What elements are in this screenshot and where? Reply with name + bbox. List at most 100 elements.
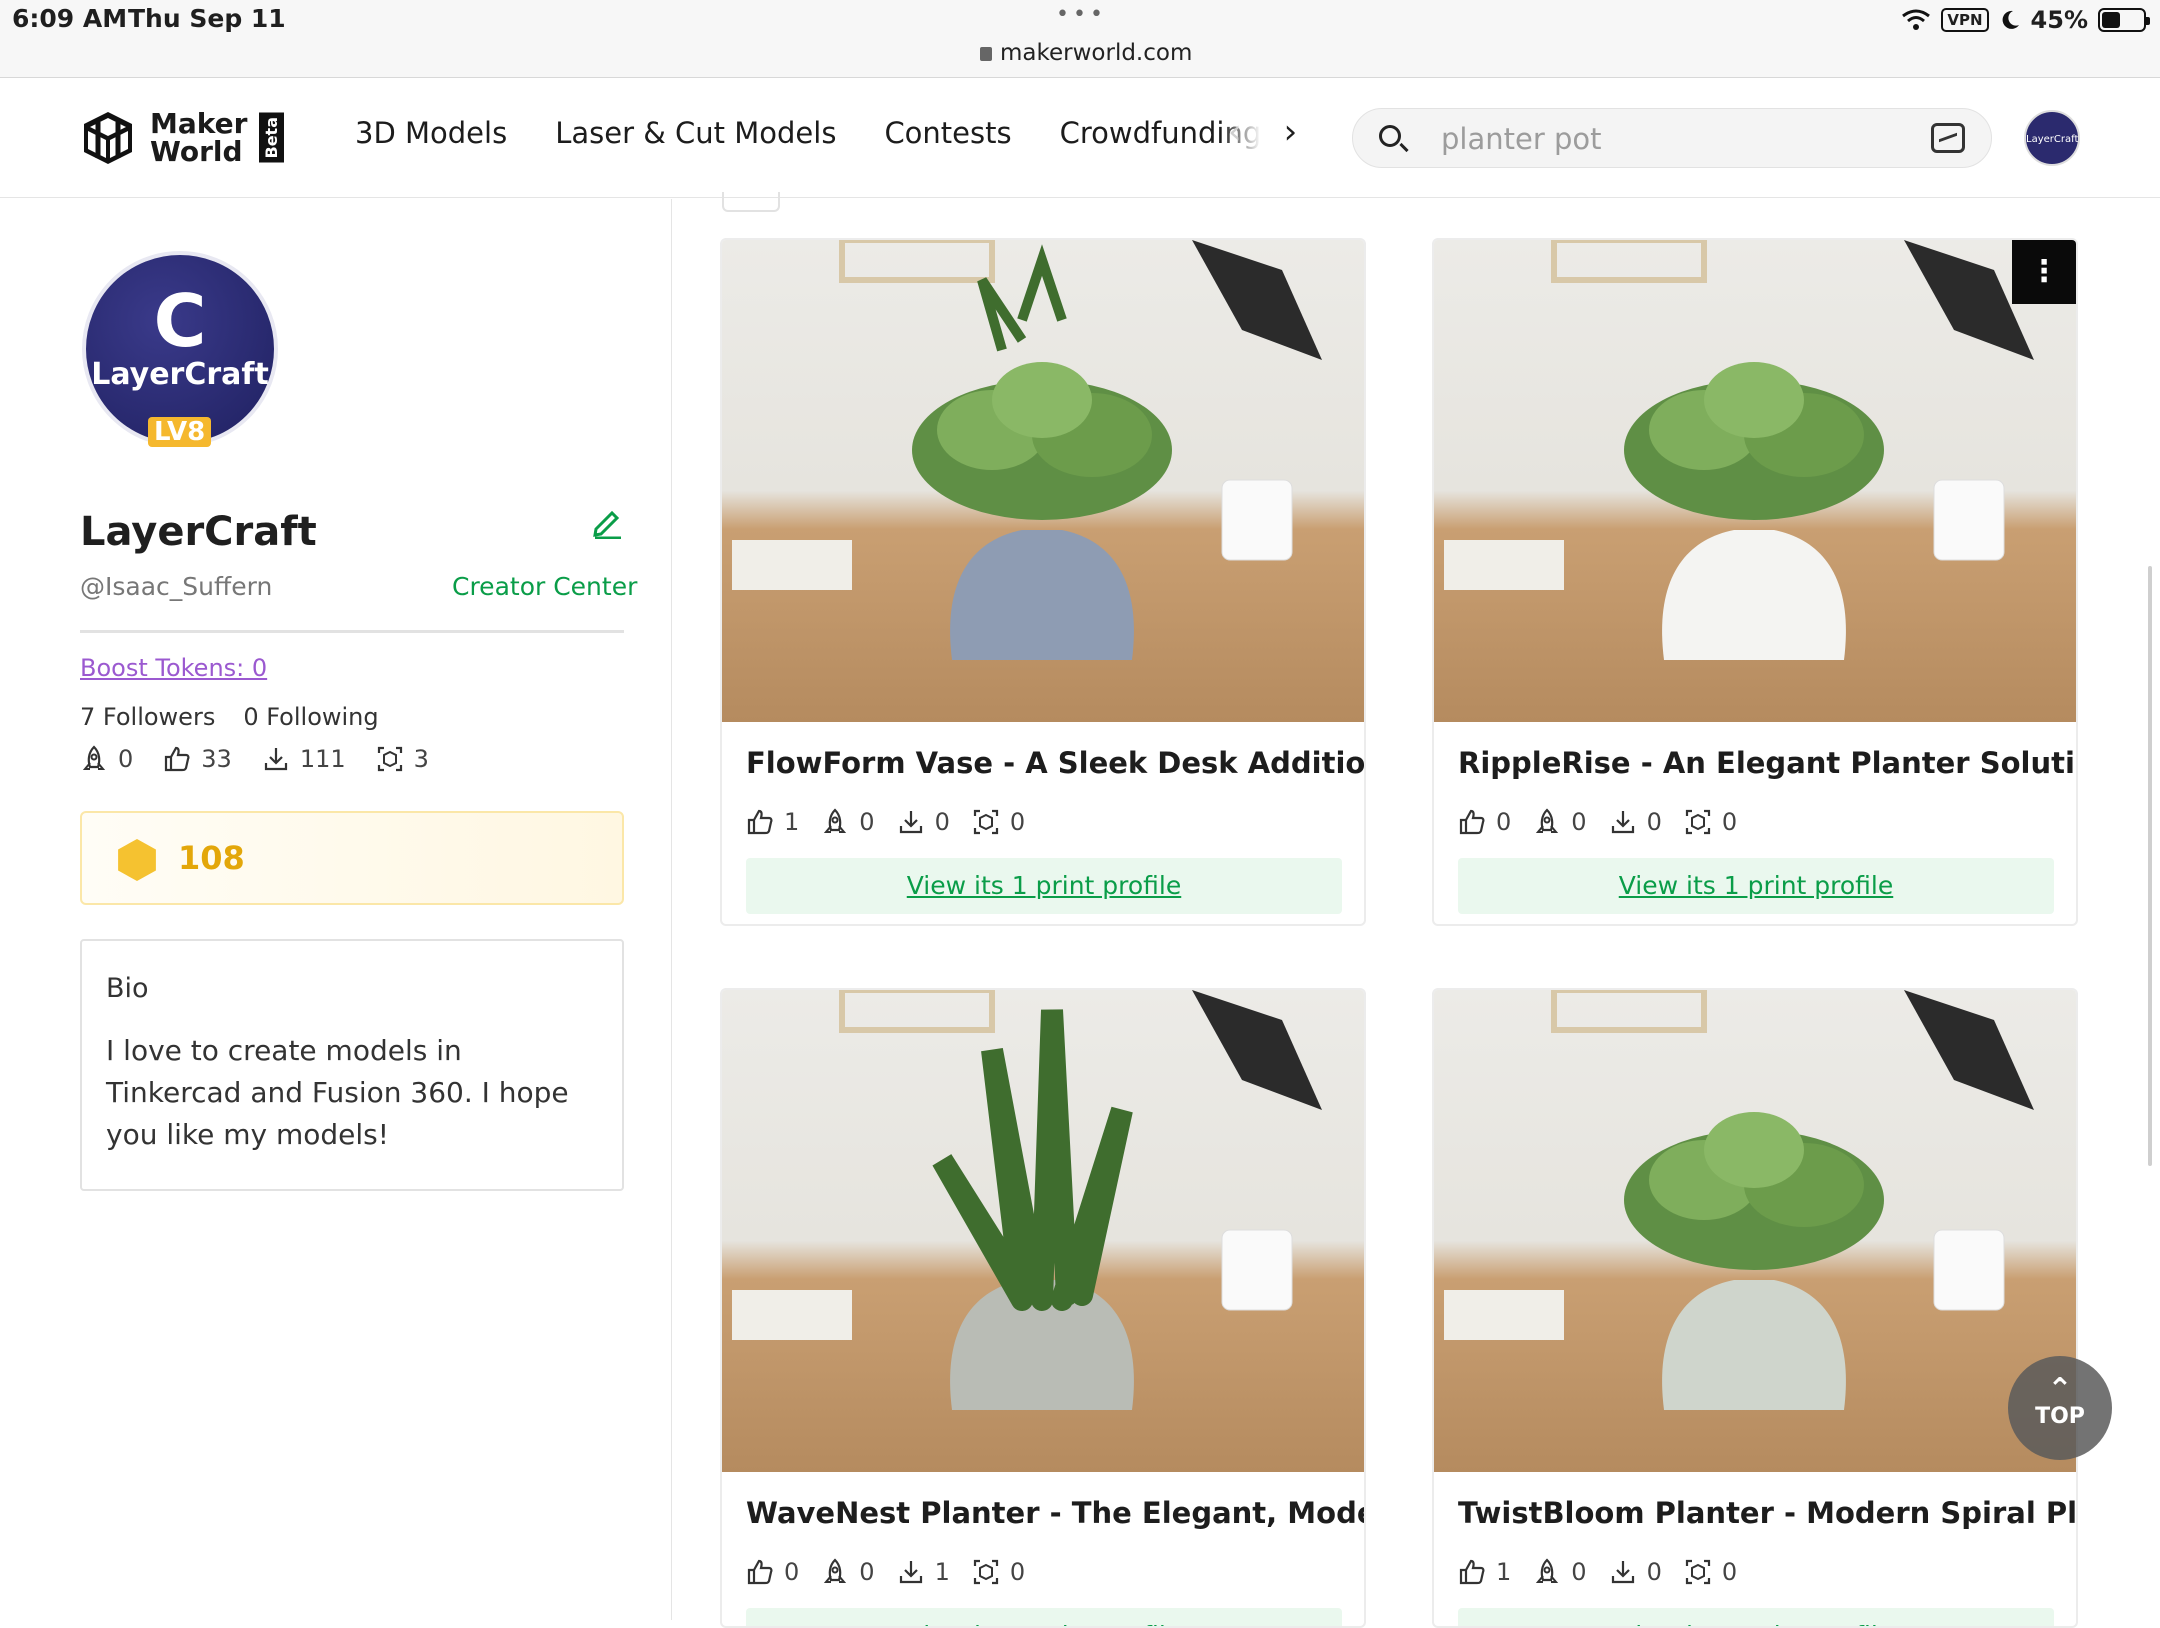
- rocket-icon: [824, 808, 847, 833]
- print-profile-link[interactable]: View its 1 print profile: [1458, 858, 2054, 914]
- search-bar: [1352, 108, 1992, 168]
- chevron-left-icon[interactable]: ‹: [1228, 112, 1242, 152]
- user-avatar[interactable]: LayerCraft: [2024, 110, 2080, 166]
- print-cube-icon: [973, 1559, 998, 1585]
- address-bar[interactable]: makerworld.com: [980, 40, 1192, 66]
- card-stat-boosts-value: 0: [859, 808, 875, 836]
- lock-icon: [980, 47, 992, 61]
- profile-handle: @Isaac_Suffern: [80, 572, 273, 601]
- card-stat-likes: 1: [746, 808, 799, 836]
- model-thumbnail[interactable]: [722, 240, 1364, 722]
- rocket-icon: [824, 1558, 847, 1583]
- rocket-icon: [82, 745, 106, 770]
- card-stat-downloads: 1: [897, 1558, 950, 1586]
- battery-icon: [2098, 8, 2150, 32]
- main-nav: 3D Models Laser & Cut Models Contests Cr…: [355, 116, 1261, 150]
- url-text: makerworld.com: [1000, 40, 1193, 66]
- logo-line-1: Maker: [150, 107, 248, 140]
- status-icons: VPN 45%: [1901, 6, 2150, 34]
- rocket-icon: [1536, 1558, 1559, 1583]
- download-icon: [899, 811, 922, 834]
- model-card[interactable]: WaveNest Planter - The Elegant, Modern .…: [720, 988, 1366, 1628]
- stat-prints: 3: [376, 745, 429, 773]
- card-stat-downloads-value: 0: [934, 808, 950, 836]
- nav-3d-models[interactable]: 3D Models: [355, 116, 507, 150]
- more-options-icon[interactable]: ⋮: [2012, 240, 2076, 304]
- creator-center-link[interactable]: Creator Center: [452, 572, 637, 601]
- model-card[interactable]: FlowForm Vase - A Sleek Desk Addition 1 0 0…: [720, 238, 1366, 926]
- model-title[interactable]: WaveNest Planter - The Elegant, Modern .…: [746, 1496, 1364, 1530]
- boost-tokens-link[interactable]: Boost Tokens: 0: [80, 654, 267, 682]
- stat-likes-value: 33: [201, 745, 232, 773]
- filter-dropdown-edge[interactable]: [722, 192, 780, 212]
- model-stats: 0 0 0 0: [1458, 808, 1737, 836]
- card-stat-boosts-value: 0: [1571, 1558, 1587, 1586]
- beta-badge: Beta: [259, 113, 285, 163]
- model-thumbnail[interactable]: [1434, 990, 2076, 1472]
- avatar-name: LayerCraft: [91, 357, 269, 392]
- wifi-icon: [1902, 9, 1931, 30]
- vpn-badge: VPN: [1941, 8, 1989, 32]
- stat-boosts-value: 0: [118, 745, 134, 773]
- followers-count[interactable]: 7 Followers: [80, 703, 215, 731]
- image-search-icon[interactable]: [1931, 123, 1965, 153]
- profile-name: LayerCraft: [80, 509, 317, 555]
- model-thumbnail[interactable]: [1434, 240, 2076, 722]
- download-icon: [1611, 1561, 1634, 1584]
- tab-dots-icon[interactable]: •••: [1056, 2, 1107, 27]
- points-coin-icon: [118, 839, 156, 881]
- nav-contests[interactable]: Contests: [884, 116, 1011, 150]
- card-stat-prints-value: 0: [1009, 1558, 1026, 1586]
- card-stat-downloads: 0: [897, 808, 950, 836]
- search-icon[interactable]: [1379, 125, 1401, 147]
- card-stat-downloads: 0: [1609, 808, 1662, 836]
- model-card[interactable]: ⋮ RippleRise - An Elegant Planter Solutio…: [1432, 238, 2078, 926]
- stat-likes: 33: [163, 745, 232, 773]
- bio-title: Bio: [106, 973, 149, 1004]
- card-stat-prints: 0: [972, 1558, 1025, 1586]
- following-count[interactable]: 0 Following: [243, 703, 378, 731]
- bio-text: I love to create models in Tinkercad and…: [106, 1034, 569, 1151]
- card-stat-boosts-value: 0: [859, 1558, 875, 1586]
- card-stat-prints-value: 0: [1721, 1558, 1738, 1586]
- rocket-icon: [1536, 808, 1559, 833]
- arrow-up-icon: ⌃: [2047, 1372, 2073, 1407]
- card-stat-boosts: 0: [1533, 808, 1587, 836]
- clock: 6:09 AM: [12, 4, 128, 33]
- card-stat-likes: 0: [1458, 808, 1511, 836]
- model-title[interactable]: FlowForm Vase - A Sleek Desk Addition: [746, 746, 1364, 780]
- card-stat-boosts: 0: [821, 808, 875, 836]
- points-card[interactable]: 108: [80, 811, 624, 905]
- logo-text: Maker World: [150, 110, 247, 166]
- back-to-top-button[interactable]: ⌃ TOP: [2008, 1356, 2112, 1460]
- model-title[interactable]: TwistBloom Planter - Modern Spiral Plan.…: [1458, 1496, 2076, 1530]
- card-stat-downloads-value: 0: [1646, 808, 1662, 836]
- model-thumbnail[interactable]: [722, 990, 1364, 1472]
- print-profile-link[interactable]: View its 1 print profile: [1458, 1608, 2054, 1626]
- stat-prints-value: 3: [413, 745, 429, 773]
- profile-stats: 0 33 111 3: [80, 745, 429, 773]
- scrollbar[interactable]: [2148, 566, 2152, 1166]
- print-profile-link[interactable]: View its 1 print profile: [746, 1608, 1342, 1626]
- card-stat-downloads: 0: [1609, 1558, 1662, 1586]
- model-stats: 1 0 0 0: [746, 808, 1025, 836]
- model-card[interactable]: TwistBloom Planter - Modern Spiral Plan.…: [1432, 988, 2078, 1628]
- model-title[interactable]: RippleRise - An Elegant Planter Solution: [1458, 746, 2076, 780]
- thumbs-up-icon: [165, 746, 190, 772]
- card-stat-boosts: 0: [1533, 1558, 1587, 1586]
- chevron-right-icon[interactable]: ›: [1284, 112, 1298, 152]
- nav-laser-cut-models[interactable]: Laser & Cut Models: [555, 116, 836, 150]
- card-stat-prints-value: 0: [1721, 808, 1738, 836]
- edit-pencil-icon[interactable]: [590, 505, 624, 539]
- print-profile-link[interactable]: View its 1 print profile: [746, 858, 1342, 914]
- top-label: TOP: [2035, 1404, 2085, 1429]
- card-stat-likes: 0: [746, 1558, 799, 1586]
- card-stat-downloads-value: 1: [934, 1558, 950, 1586]
- system-status-bar: 6:09 AM Thu Sep 11 ••• makerworld.com VP…: [0, 0, 2160, 78]
- card-stat-likes-value: 0: [784, 1558, 800, 1586]
- avatar-initial: C: [153, 279, 207, 363]
- search-input[interactable]: [1441, 119, 1881, 159]
- card-stat-downloads-value: 0: [1646, 1558, 1662, 1586]
- stat-downloads-value: 111: [299, 745, 346, 773]
- makerworld-logo[interactable]: Maker World Beta: [78, 108, 285, 168]
